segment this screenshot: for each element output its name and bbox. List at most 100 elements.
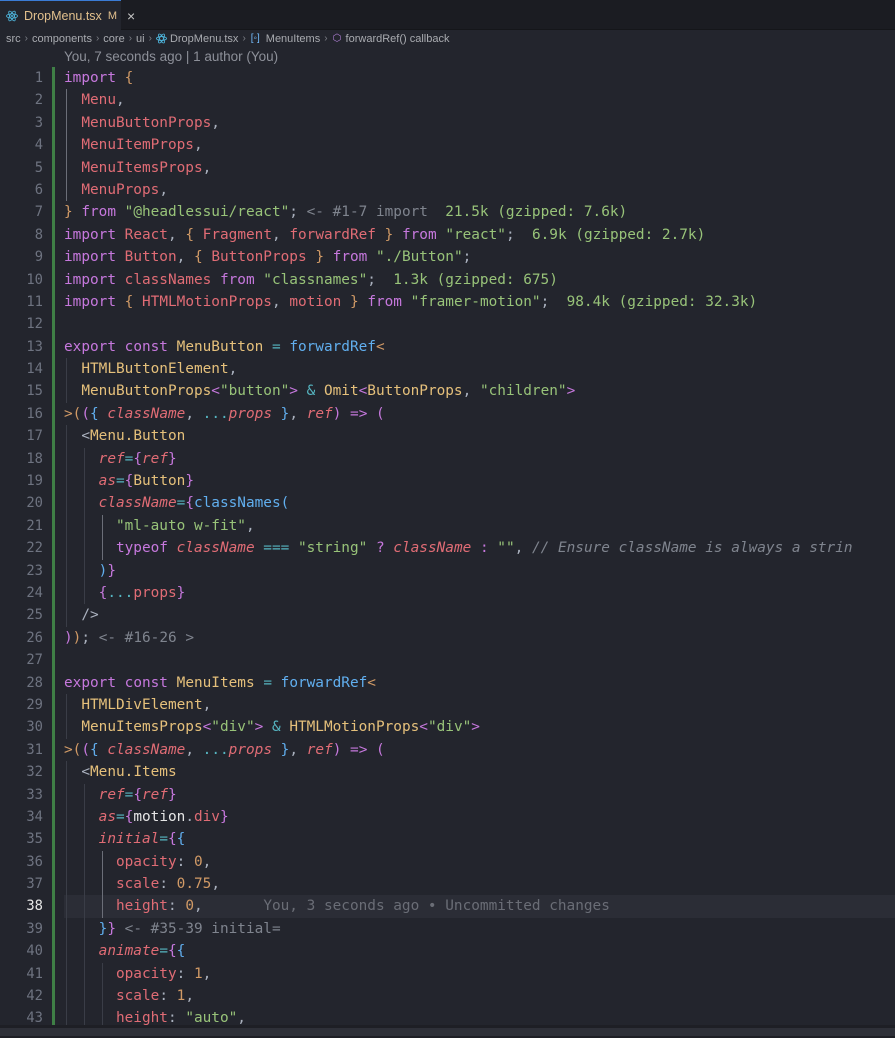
- breadcrumb-callback[interactable]: forwardRef() callback: [346, 33, 450, 45]
- added-gutter-marker: [52, 246, 55, 269]
- added-gutter-marker: [52, 962, 55, 986]
- added-gutter-marker: [52, 805, 55, 829]
- added-gutter-marker: [52, 67, 55, 90]
- line-number: 7: [34, 204, 43, 221]
- fold-annotation[interactable]: <- #16-26 >: [99, 630, 194, 646]
- codelens-blame[interactable]: You, 7 seconds ago | 1 author (You): [64, 47, 278, 67]
- fold-annotation[interactable]: <- #35-39 initial=: [125, 921, 281, 937]
- scrollbar-thumb[interactable]: [0, 1028, 895, 1036]
- breadcrumb-menuitems[interactable]: MenuItems: [266, 33, 320, 45]
- line-number: 14: [26, 361, 43, 378]
- line-number: 16: [26, 405, 43, 422]
- line-number: 24: [26, 584, 43, 601]
- line-number: 19: [26, 473, 43, 490]
- modified-indicator: M: [107, 9, 117, 22]
- added-gutter-marker: [52, 537, 55, 560]
- code-line: 32 <Menu.Items: [0, 761, 895, 784]
- line-number: 25: [26, 607, 43, 624]
- breadcrumb-file[interactable]: DropMenu.tsx: [170, 33, 238, 45]
- line-number: 42: [26, 988, 43, 1005]
- code-line: 17 <Menu.Button: [0, 425, 895, 448]
- line-number: 10: [26, 271, 43, 288]
- added-gutter-marker: [52, 313, 55, 336]
- line-number: 32: [26, 764, 43, 781]
- code-line: 21 "ml-auto w-fit",: [0, 514, 895, 538]
- code-line: 3 MenuButtonProps,: [0, 111, 895, 135]
- code-line: 36 opacity: 0,: [0, 850, 895, 874]
- fold-annotation[interactable]: <- #1-7 import: [307, 204, 428, 220]
- code-line: 13 export const MenuButton = forwardRef<: [0, 335, 895, 359]
- added-gutter-marker: [52, 335, 55, 359]
- code-line: 39 }} <- #35-39 initial=: [0, 917, 895, 941]
- line-number: 37: [26, 876, 43, 893]
- code-line: 6 MenuProps,: [0, 178, 895, 202]
- added-gutter-marker: [52, 649, 55, 672]
- line-number: 4: [34, 137, 43, 154]
- code-line: 43 height: "auto",: [0, 1007, 895, 1025]
- chevron-right-icon: ›: [128, 33, 133, 44]
- line-number: 13: [26, 338, 43, 355]
- line-number: 21: [26, 517, 43, 534]
- added-gutter-marker: [52, 716, 55, 739]
- breadcrumb-ui[interactable]: ui: [136, 33, 145, 45]
- import-size: 21.5k (gzipped: 7.6k): [445, 204, 628, 221]
- code-line: 40 animate={{: [0, 940, 895, 963]
- code-editor[interactable]: 1 import { 2 Menu, 3 MenuButtonProps, 4 M…: [0, 67, 895, 1025]
- added-gutter-marker: [52, 156, 55, 179]
- line-number: 38: [26, 898, 43, 915]
- line-number: 36: [26, 853, 43, 870]
- code-line: 25 />: [0, 604, 895, 627]
- chevron-right-icon: ›: [148, 33, 152, 44]
- code-line: 9 import Button, { ButtonProps } from "./…: [0, 246, 895, 269]
- added-gutter-marker: [52, 1007, 55, 1025]
- chevron-right-icon: ›: [24, 33, 29, 44]
- code-line: 26)); <- #16-26 >: [0, 626, 895, 650]
- line-number: 5: [34, 159, 43, 176]
- line-number: 43: [26, 1010, 43, 1025]
- tab-dropmenu[interactable]: DropMenu.tsx M ×: [0, 0, 135, 30]
- editor-tab-bar: DropMenu.tsx M ×: [0, 0, 895, 30]
- added-gutter-marker: [52, 514, 55, 538]
- code-line: 20 className={classNames(: [0, 492, 895, 515]
- added-gutter-marker: [52, 559, 55, 582]
- code-line: 19 as={Button}: [0, 470, 895, 493]
- added-gutter-marker: [52, 111, 55, 135]
- added-gutter-marker: [52, 940, 55, 963]
- line-number: 23: [26, 562, 43, 579]
- added-gutter-marker: [52, 290, 55, 314]
- added-gutter-marker: [52, 223, 55, 247]
- line-number: 17: [26, 428, 43, 445]
- added-gutter-marker: [52, 492, 55, 515]
- code-comment: // Ensure className is always a strin: [531, 540, 853, 557]
- module-icon: [◦]: [250, 33, 260, 44]
- line-number: 11: [26, 293, 43, 310]
- close-icon[interactable]: ×: [127, 9, 135, 23]
- line-number: 34: [26, 808, 43, 825]
- code-line: 18 ref={ref}: [0, 447, 895, 471]
- added-gutter-marker: [52, 873, 55, 896]
- code-line: 11 import { HTMLMotionProps, motion } fro…: [0, 290, 895, 314]
- line-number: 26: [26, 629, 43, 646]
- line-number: 30: [26, 719, 43, 736]
- line-number: 2: [34, 92, 43, 109]
- code-line: 23 )}: [0, 559, 895, 582]
- code-line: 22 typeof className === "string" ? class…: [0, 537, 895, 560]
- code-line: 4 MenuItemProps,: [0, 134, 895, 157]
- code-line-current: 38 height: 0, You, 3 seconds ago • Uncom…: [0, 895, 895, 918]
- added-gutter-marker: [52, 425, 55, 448]
- added-gutter-marker: [52, 402, 55, 426]
- line-number: 39: [26, 920, 43, 937]
- line-number: 18: [26, 450, 43, 467]
- added-gutter-marker: [52, 358, 55, 381]
- horizontal-scrollbar[interactable]: [0, 1025, 895, 1038]
- react-icon: [155, 33, 167, 44]
- added-gutter-marker: [52, 917, 55, 941]
- import-size: 6.9k (gzipped: 2.7k): [531, 226, 706, 243]
- breadcrumb-src[interactable]: src: [6, 33, 21, 45]
- breadcrumb-components[interactable]: components: [32, 33, 92, 45]
- code-line: 29 HTMLDivElement,: [0, 693, 895, 717]
- code-line: 15 MenuButtonProps<"button"> & Omit<Butt…: [0, 380, 895, 403]
- breadcrumb-core[interactable]: core: [103, 33, 124, 45]
- inline-blame[interactable]: You, 3 seconds ago • Uncommitted changes: [263, 898, 610, 914]
- code-line: 28 export const MenuItems = forwardRef<: [0, 671, 895, 694]
